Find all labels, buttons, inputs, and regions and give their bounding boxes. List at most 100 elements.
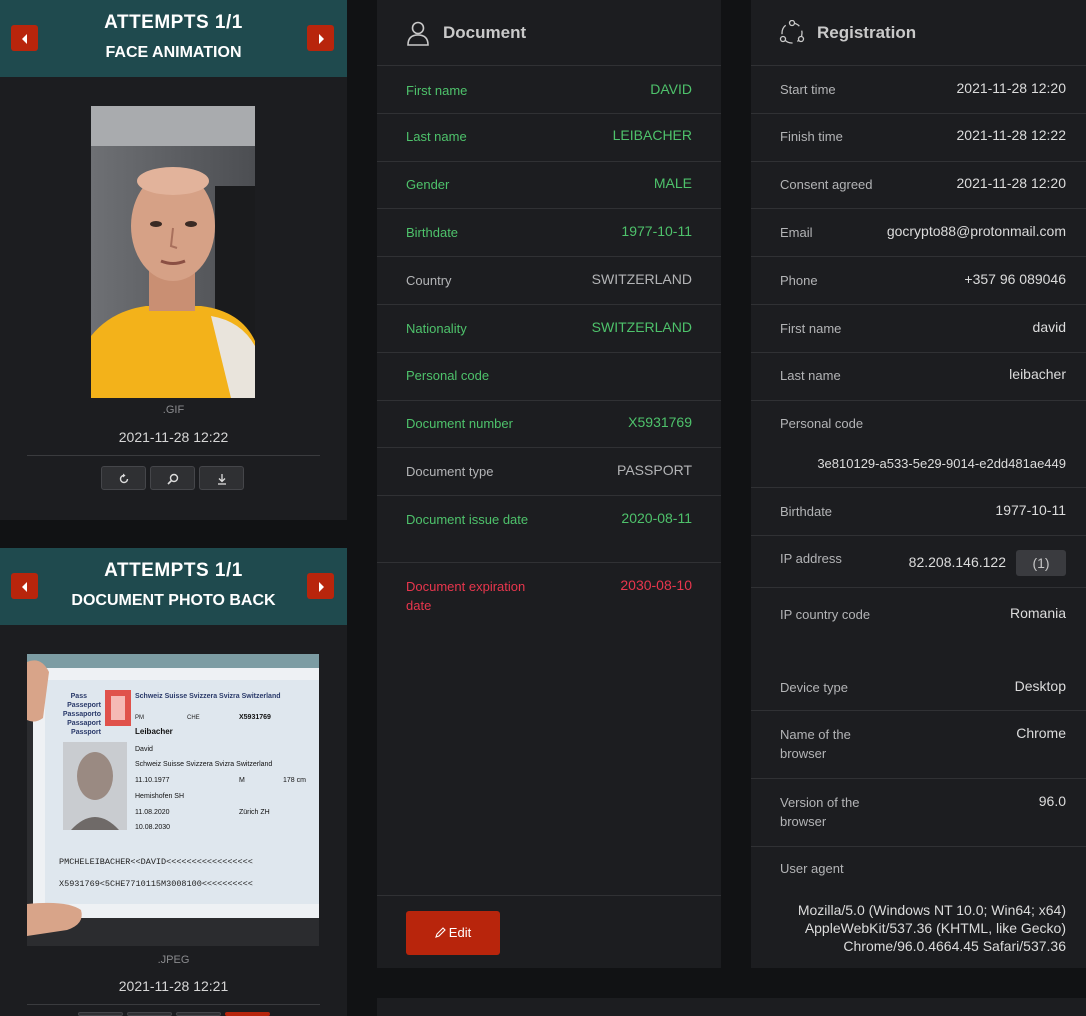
- doc-row-first-name: First name DAVID: [377, 66, 721, 114]
- next-attempt-button[interactable]: [307, 573, 334, 599]
- share-nodes-icon: [779, 20, 805, 44]
- reg-row-finish-time: Finish time 2021-11-28 12:22: [751, 114, 1086, 162]
- row-value: 2021-11-28 12:20: [956, 80, 1067, 96]
- capture-timestamp: 2021-11-28 12:21: [118, 978, 229, 994]
- row-value: 2020-08-11: [621, 510, 692, 526]
- passport-photo-image[interactable]: Pass Passeport Passaporto Passaport Pass…: [27, 654, 319, 946]
- passport-sex: M: [239, 777, 245, 784]
- capture-timestamp: 2021-11-28 12:22: [118, 429, 229, 445]
- passport-authority: Zürich ZH: [239, 809, 270, 816]
- row-value: Romania: [1009, 605, 1066, 621]
- tool-button-partial[interactable]: [78, 1012, 123, 1016]
- doc-row-nationality: Nationality SWITZERLAND: [377, 305, 721, 353]
- registration-panel: Registration Start time 2021-11-28 12:20…: [751, 0, 1086, 968]
- app-root: ATTEMPTS 1/1 FACE ANIMATION .GIF 2021-11…: [0, 0, 1086, 1016]
- row-label: User agent: [780, 861, 844, 876]
- row-value: SWITZERLAND: [591, 271, 692, 287]
- zoom-button[interactable]: [150, 466, 195, 490]
- row-value: MALE: [653, 175, 692, 191]
- pass-word: Pass: [71, 693, 87, 700]
- reg-row-last-name: Last name leibacher: [751, 353, 1086, 401]
- edit-button[interactable]: Edit: [406, 911, 500, 955]
- row-label: Start time: [780, 82, 836, 97]
- doc-row-gender: Gender MALE: [377, 162, 721, 209]
- reg-row-first-name: First name david: [751, 305, 1086, 353]
- row-label: First name: [780, 321, 842, 336]
- reg-row-birthdate: Birthdate 1977-10-11: [751, 488, 1086, 536]
- tool-button-partial[interactable]: [127, 1012, 172, 1016]
- pass-word: Passport: [71, 729, 102, 736]
- row-value: 2021-11-28 12:20: [956, 175, 1067, 191]
- passport-nationality: Schweiz Suisse Svizzera Svizra Switzerla…: [135, 761, 272, 768]
- ip-count-badge[interactable]: (1): [1016, 550, 1066, 576]
- row-value: X5931769: [628, 414, 692, 430]
- rotate-button[interactable]: [101, 466, 146, 490]
- reg-row-browser-version: Version of the browser 96.0: [751, 779, 1086, 847]
- row-label: Name of the browser: [780, 727, 851, 761]
- passport-type: PM: [135, 715, 144, 721]
- row-label: Gender: [406, 177, 450, 192]
- tool-button-partial[interactable]: [225, 1012, 270, 1016]
- row-label: Consent agreed: [780, 177, 873, 192]
- doc-row-country: Country SWITZERLAND: [377, 257, 721, 305]
- row-label: Birthdate: [406, 225, 459, 240]
- face-animation-card: ATTEMPTS 1/1 FACE ANIMATION .GIF 2021-11…: [0, 0, 347, 520]
- next-panel-partial: [377, 998, 1086, 1016]
- pass-word: Passeport: [67, 702, 102, 709]
- doc-row-issue-date: Document issue date 2020-08-11: [377, 496, 721, 563]
- row-label: Personal code: [780, 416, 864, 431]
- reg-row-start-time: Start time 2021-11-28 12:20: [751, 66, 1086, 114]
- row-label: Phone: [780, 273, 818, 288]
- row-value: david: [1032, 319, 1066, 335]
- row-label: Nationality: [406, 321, 467, 336]
- card-title: FACE ANIMATION: [105, 44, 242, 61]
- zoom-icon: [166, 473, 178, 485]
- passport-mrz-line: PMCHELEIBACHER<<DAVID<<<<<<<<<<<<<<<<<: [59, 857, 253, 867]
- download-icon: [217, 473, 226, 485]
- passport-given: David: [135, 746, 153, 753]
- row-label: Document type: [406, 464, 494, 479]
- user-icon: [407, 21, 429, 46]
- passport-height: 178 cm: [283, 777, 306, 784]
- divider: [27, 455, 320, 456]
- row-label: Personal code: [406, 368, 490, 383]
- row-value: 3e810129-a533-5e29-9014-e2dd481ae449: [817, 456, 1066, 471]
- row-label: IP address: [780, 551, 842, 566]
- download-button[interactable]: [199, 466, 244, 490]
- document-panel-header: Document: [377, 0, 721, 66]
- row-value: +357 96 089046: [964, 271, 1066, 287]
- divider: [27, 1004, 320, 1005]
- panel-title: Registration: [817, 23, 917, 42]
- chevron-right-icon: [318, 581, 324, 592]
- row-value: 82.208.146.122: [908, 554, 1006, 570]
- row-value: Chrome: [1016, 725, 1066, 741]
- passport-expiry: 10.08.2030: [135, 824, 170, 831]
- row-value: gocrypto88@protonmail.com: [886, 223, 1066, 239]
- doc-row-last-name: Last name LEIBACHER: [377, 114, 721, 162]
- row-label: Document number: [406, 416, 513, 431]
- attempts-column: ATTEMPTS 1/1 FACE ANIMATION .GIF 2021-11…: [0, 0, 347, 1016]
- row-label: Email: [780, 225, 813, 240]
- next-attempt-button[interactable]: [307, 25, 334, 51]
- tool-button-partial[interactable]: [176, 1012, 221, 1016]
- row-value: leibacher: [1009, 366, 1066, 382]
- row-value: PASSPORT: [617, 462, 692, 478]
- row-value: SWITZERLAND: [591, 319, 692, 335]
- attempts-counter: ATTEMPTS 1/1: [104, 12, 243, 33]
- attempts-counter: ATTEMPTS 1/1: [104, 560, 243, 581]
- edit-button-label: Edit: [448, 925, 472, 940]
- face-animation-image[interactable]: [91, 106, 255, 398]
- chevron-left-icon: [21, 33, 27, 44]
- pass-word: Passaporto: [63, 711, 101, 718]
- row-value: Desktop: [1014, 678, 1066, 694]
- pass-word: Passaport: [67, 720, 102, 727]
- reg-row-user-agent: User agent Mozilla/5.0 (Windows NT 10.0;…: [751, 847, 1086, 968]
- doc-row-document-type: Document type PASSPORT: [377, 448, 721, 496]
- user-agent-line: Chrome/96.0.4664.45 Safari/537.36: [843, 938, 1066, 954]
- registration-panel-header: Registration: [751, 0, 1086, 66]
- reg-row-phone: Phone +357 96 089046: [751, 257, 1086, 305]
- reg-row-ip-country: IP country code Romania Device type Desk…: [751, 588, 1086, 711]
- passport-number: X5931769: [239, 714, 271, 721]
- row-value: LEIBACHER: [612, 127, 692, 143]
- chevron-right-icon: [318, 33, 324, 44]
